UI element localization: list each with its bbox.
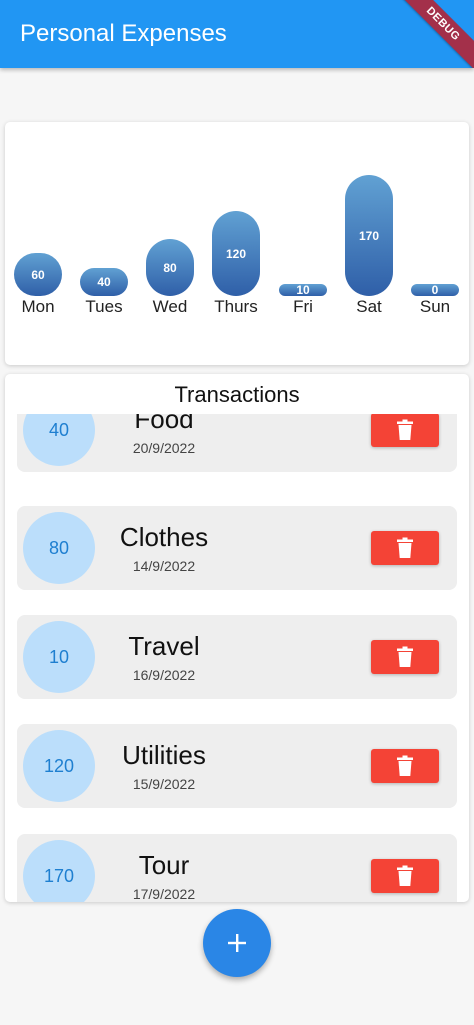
chart-bar-tues: 40 xyxy=(80,268,128,296)
amount-avatar: 170 xyxy=(23,840,95,902)
chart-day-label: Wed xyxy=(152,297,188,316)
transaction-item[interactable]: 120 Utilities 15/9/2022 xyxy=(17,724,457,808)
transaction-title: Utilities xyxy=(122,740,206,770)
trash-icon xyxy=(397,419,413,441)
delete-transaction-button[interactable] xyxy=(371,640,439,674)
chart-bar-fri: 10 xyxy=(279,283,327,297)
weekly-chart-card: 60 Mon 40 Tues 80 Wed 120 Thurs 10 Fri 170 Sat 0 Sun xyxy=(5,122,469,365)
transaction-title: Clothes xyxy=(119,522,209,552)
transaction-item[interactable]: 170 Tour 17/9/2022 xyxy=(17,834,457,902)
transaction-date: 15/9/2022 xyxy=(132,776,196,792)
chart-bar-value: 0 xyxy=(431,283,439,297)
delete-transaction-button[interactable] xyxy=(371,859,439,893)
chart-bar-value: 10 xyxy=(296,283,310,297)
transaction-title: Travel xyxy=(128,631,200,661)
debug-banner: DEBUG xyxy=(389,0,474,68)
trash-icon xyxy=(397,865,413,887)
chart-bar-value: 120 xyxy=(225,246,247,261)
app-title: Personal Expenses xyxy=(20,20,227,47)
chart-day-label: Mon xyxy=(21,297,55,316)
chart-bar-sat: 170 xyxy=(345,175,393,296)
transaction-title: Food xyxy=(134,414,194,434)
transactions-title: Transactions xyxy=(174,382,300,407)
chart-bar-wed: 80 xyxy=(146,239,194,296)
amount-avatar: 120 xyxy=(23,730,95,802)
trash-icon xyxy=(397,755,413,777)
transactions-list[interactable]: 40 Food 20/9/2022 80 Clothes 14/9/2022 10 Trave… xyxy=(5,414,469,902)
transaction-title: Tour xyxy=(138,850,190,880)
app-bar: Personal Expenses DEBUG xyxy=(0,0,474,68)
transactions-card: Transactions 40 Food 20/9/2022 80 Clothes 14/… xyxy=(5,374,469,902)
chart-bar-thurs: 120 xyxy=(212,211,260,296)
amount-avatar: 10 xyxy=(23,621,95,693)
chart-day-label: Tues xyxy=(85,297,123,316)
chart-bar-sun: 0 xyxy=(411,283,459,297)
add-transaction-button[interactable] xyxy=(203,909,271,977)
chart-day-label: Fri xyxy=(293,297,313,316)
trash-icon xyxy=(397,646,413,668)
transaction-item[interactable]: 40 Food 20/9/2022 xyxy=(17,414,457,472)
delete-transaction-button[interactable] xyxy=(371,749,439,783)
transaction-item[interactable]: 80 Clothes 14/9/2022 xyxy=(17,506,457,590)
chart-day-label: Sat xyxy=(356,297,382,316)
amount-avatar: 80 xyxy=(23,512,95,584)
delete-transaction-button[interactable] xyxy=(371,531,439,565)
transaction-date: 17/9/2022 xyxy=(132,886,196,902)
chart-bar-value: 60 xyxy=(31,267,45,282)
trash-icon xyxy=(397,537,413,559)
amount-avatar: 40 xyxy=(23,414,95,466)
chart-day-label: Sun xyxy=(419,297,451,316)
transaction-date: 14/9/2022 xyxy=(132,558,196,574)
transaction-item[interactable]: 10 Travel 16/9/2022 xyxy=(17,615,457,699)
chart-bar-value: 40 xyxy=(97,275,111,289)
chart-bar-mon: 60 xyxy=(14,253,62,296)
delete-transaction-button[interactable] xyxy=(371,414,439,447)
transaction-date: 20/9/2022 xyxy=(132,440,196,456)
plus-icon xyxy=(228,934,246,952)
chart-day-label: Thurs xyxy=(214,297,258,316)
transaction-date: 16/9/2022 xyxy=(132,667,196,683)
chart-bar-value: 80 xyxy=(163,260,177,275)
chart-bar-value: 170 xyxy=(358,228,380,243)
